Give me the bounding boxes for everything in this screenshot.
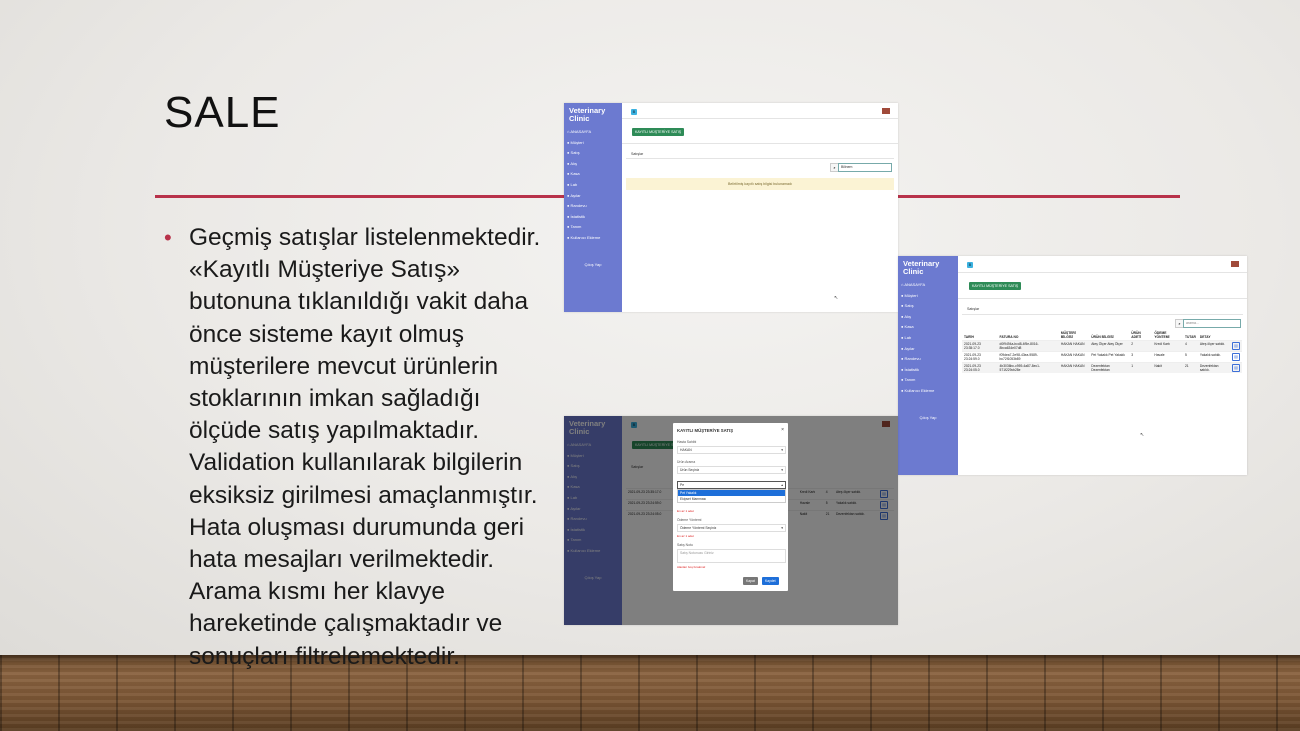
sidebar: Veterinary Clinic ⌂ ANASAYFA ● Müşteri ●… bbox=[898, 256, 958, 475]
table-row: 2021-09-23 23:35:17.0 d0f9494a-bcd8-4f5e… bbox=[962, 340, 1242, 352]
col-payment[interactable]: ÖDEME YÖNTEMİ bbox=[1152, 330, 1183, 341]
product-search-input[interactable]: Pe ▴ bbox=[677, 481, 786, 489]
col-product[interactable]: ÜRÜN BİLGİSİ bbox=[1089, 330, 1129, 341]
col-detail[interactable]: DETAY bbox=[1198, 330, 1230, 341]
sidebar-item-definitions[interactable]: ● Tanım bbox=[901, 375, 958, 386]
brand-logo: Veterinary Clinic bbox=[903, 259, 940, 276]
sidebar-item-cash[interactable]: ● Kasa bbox=[901, 322, 958, 333]
search-input[interactable]: arama... bbox=[1183, 319, 1241, 328]
sales-table: TARİH FATURA NO MÜŞTERİ BİLGİSİ ÜRÜN BİL… bbox=[962, 330, 1242, 373]
empty-result-alert: Belirtilmiş kayıtlı satış bilgisi buluna… bbox=[626, 178, 894, 190]
mouse-cursor-icon: ↖ bbox=[1140, 432, 1145, 438]
sidebar-item-lab[interactable]: ● Lab bbox=[567, 180, 622, 191]
owner-select[interactable]: HAKAN ▾ bbox=[677, 446, 786, 454]
sidebar-item-lab[interactable]: ● Lab bbox=[901, 333, 958, 344]
sidebar: Veterinary Clinic ⌂ ANASAYFA ● Müşteri ●… bbox=[564, 103, 622, 312]
note-textarea[interactable]: Satış Notunuzu Giriniz bbox=[677, 549, 786, 563]
logout-link[interactable]: Çıkış Yap bbox=[564, 262, 622, 267]
chevron-down-icon: ▾ bbox=[781, 468, 783, 472]
sidebar-item-home[interactable]: ⌂ ANASAYFA bbox=[567, 127, 622, 138]
sidebar-item-customer[interactable]: ● Müşteri bbox=[567, 138, 622, 149]
payment-label: Ödeme Yöntemi bbox=[677, 518, 702, 522]
sidebar-item-customer[interactable]: ● Müşteri bbox=[901, 291, 958, 302]
chevron-up-icon: ▴ bbox=[781, 483, 783, 487]
registered-sale-button[interactable]: KAYITLI MÜŞTERİYE SATIŞ bbox=[969, 282, 1022, 290]
product-error: En az 1 adet bbox=[677, 509, 694, 513]
detail-icon[interactable]: ▤ bbox=[1231, 353, 1240, 361]
sidebar-item-add-user[interactable]: ● Kullanıcı Ekleme bbox=[567, 233, 622, 244]
sales-section-label: Satışlar bbox=[631, 152, 644, 156]
menu-toggle-badge[interactable]: B bbox=[631, 109, 637, 115]
sidebar-item-appointment[interactable]: ● Randevu bbox=[901, 354, 958, 365]
modal-title: KAYITLI MÜŞTERİYE SATIŞ bbox=[677, 428, 734, 433]
note-label: Satış Notu bbox=[677, 543, 693, 547]
sidebar-item-sale[interactable]: ● Satış bbox=[901, 301, 958, 312]
brand-logo: Veterinary Clinic bbox=[569, 106, 606, 123]
close-icon[interactable]: × bbox=[781, 427, 784, 433]
mouse-cursor-icon: ↖ bbox=[834, 295, 839, 301]
sidebar-menu: ⌂ ANASAYFA ● Müşteri ● Satış ● Alış ● Ka… bbox=[564, 127, 622, 244]
table-row: 2021-09-23 23:24:05.0 4b3036bc-c959-4a87… bbox=[962, 362, 1242, 373]
payment-error: En az 1 adet bbox=[677, 534, 694, 538]
bullet-text: Geçmiş satışlar listelenmektedir. «Kayıt… bbox=[189, 224, 541, 670]
product-dropdown: Pet Yakalık Ekipset Mamması bbox=[677, 489, 786, 503]
sidebar-item-appointment[interactable]: ● Randevu bbox=[567, 201, 622, 212]
col-amount[interactable]: TUTAR bbox=[1183, 330, 1198, 341]
close-button[interactable]: Kapat bbox=[743, 577, 758, 585]
table-row: 2021-09-23 23:24:59.0 f09dea7-2e98-43ea-… bbox=[962, 351, 1242, 363]
user-avatar[interactable] bbox=[882, 108, 890, 114]
product-select[interactable]: Ürün Seçiniz ▾ bbox=[677, 466, 786, 474]
slide-title: SALE bbox=[164, 88, 281, 137]
sale-modal: KAYITLI MÜŞTERİYE SATIŞ × Hasta Sahibi H… bbox=[673, 423, 788, 591]
col-invoice[interactable]: FATURA NO bbox=[998, 330, 1059, 341]
sidebar-item-vaccines[interactable]: ● Aşılar bbox=[901, 344, 958, 355]
sales-section-label: Satışlar bbox=[967, 307, 980, 311]
screenshot-sale-modal: Veterinary Clinic ⌂ ANASAYFA ● Müşteri ●… bbox=[564, 416, 898, 625]
chevron-down-icon: ▾ bbox=[781, 448, 783, 452]
sidebar-item-add-user[interactable]: ● Kullanıcı Ekleme bbox=[901, 386, 958, 397]
col-quantity[interactable]: ÜRÜN ADETİ bbox=[1129, 330, 1152, 341]
sidebar-item-vaccines[interactable]: ● Aşılar bbox=[567, 191, 622, 202]
menu-toggle-badge[interactable]: B bbox=[967, 262, 973, 268]
payment-select[interactable]: Ödeme Yöntemi Seçiniz ▾ bbox=[677, 524, 786, 532]
table-header-row: TARİH FATURA NO MÜŞTERİ BİLGİSİ ÜRÜN BİL… bbox=[962, 330, 1242, 341]
logout-link[interactable]: Çıkış Yap bbox=[898, 415, 958, 420]
sidebar-item-purchase[interactable]: ● Alış bbox=[901, 312, 958, 323]
sidebar-item-purchase[interactable]: ● Alış bbox=[567, 159, 622, 170]
product-search-label: Ürün Arama bbox=[677, 460, 696, 464]
dropdown-option[interactable]: Ekipset Mamması bbox=[678, 496, 785, 502]
sidebar-item-home[interactable]: ⌂ ANASAYFA bbox=[901, 280, 958, 291]
col-date[interactable]: TARİH bbox=[962, 330, 998, 341]
registered-sale-button[interactable]: KAYITLI MÜŞTERİYE SATIŞ bbox=[632, 128, 685, 136]
sidebar-menu: ⌂ ANASAYFA ● Müşteri ● Satış ● Alış ● Ka… bbox=[898, 280, 958, 397]
sidebar-item-stats[interactable]: ● İstatistik bbox=[901, 365, 958, 376]
bullet-icon: • bbox=[164, 225, 172, 250]
sidebar-item-cash[interactable]: ● Kasa bbox=[567, 169, 622, 180]
col-customer[interactable]: MÜŞTERİ BİLGİSİ bbox=[1059, 330, 1089, 341]
owner-label: Hasta Sahibi bbox=[677, 440, 697, 444]
bullet-list: • Geçmiş satışlar listelenmektedir. «Kay… bbox=[164, 222, 556, 673]
note-error: Alanları boş bırakma! bbox=[677, 565, 706, 569]
chevron-down-icon: ▾ bbox=[781, 526, 783, 530]
sidebar-item-stats[interactable]: ● İstatistik bbox=[567, 212, 622, 223]
save-button[interactable]: Kaydet bbox=[762, 577, 779, 585]
screenshot-search-empty: Veterinary Clinic ⌂ ANASAYFA ● Müşteri ●… bbox=[564, 103, 898, 312]
detail-icon[interactable]: ▤ bbox=[1231, 364, 1240, 372]
screenshot-sales-list: Veterinary Clinic ⌂ ANASAYFA ● Müşteri ●… bbox=[898, 256, 1247, 475]
sidebar-item-definitions[interactable]: ● Tanım bbox=[567, 222, 622, 233]
sidebar-item-sale[interactable]: ● Satış bbox=[567, 148, 622, 159]
detail-icon[interactable]: ▤ bbox=[1231, 342, 1240, 350]
search-input[interactable]: Bilinem bbox=[838, 163, 892, 172]
user-avatar[interactable] bbox=[1231, 261, 1239, 267]
